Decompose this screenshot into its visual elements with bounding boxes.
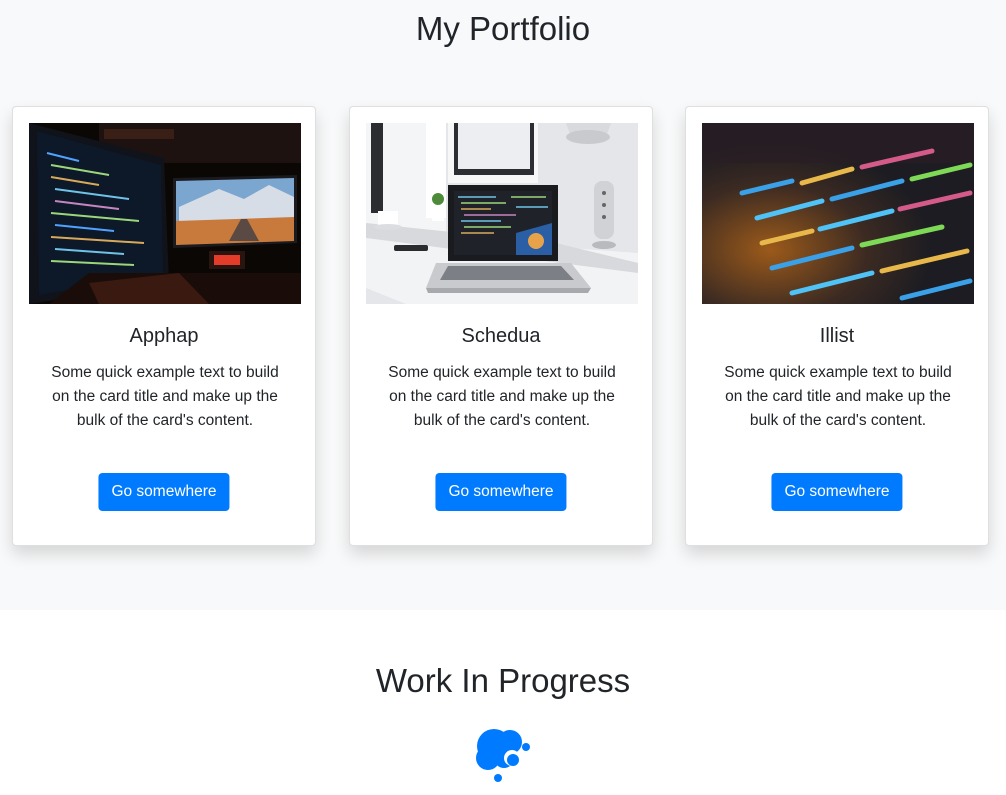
go-somewhere-button[interactable]: Go somewhere [98, 473, 230, 511]
portfolio-section: My Portfolio Apphap Some quick example t… [0, 0, 1006, 610]
card-text: Some quick example text to build on the … [388, 364, 616, 429]
wip-title: Work In Progress [375, 662, 631, 699]
laptop-desk-photo [366, 123, 638, 304]
go-somewhere-button[interactable]: Go somewhere [771, 473, 903, 511]
card-title: Illist [819, 325, 855, 347]
go-somewhere-button[interactable]: Go somewhere [435, 473, 567, 511]
card-text: Some quick example text to build on the … [724, 364, 952, 429]
project-card-apphap: Apphap Some quick example text to build … [12, 106, 316, 546]
project-card-schedua: Schedua Some quick example text to build… [349, 106, 653, 546]
card-title: Schedua [461, 325, 541, 347]
portfolio-title: My Portfolio [415, 10, 591, 47]
card-title: Apphap [129, 325, 199, 347]
project-card-illist: Illist Some quick example text to build … [685, 106, 989, 546]
card-text: Some quick example text to build on the … [51, 364, 279, 429]
colorful-code-photo [702, 123, 974, 304]
blue-bubbles-logo-icon [476, 729, 530, 782]
dual-monitor-code-photo [29, 123, 301, 304]
